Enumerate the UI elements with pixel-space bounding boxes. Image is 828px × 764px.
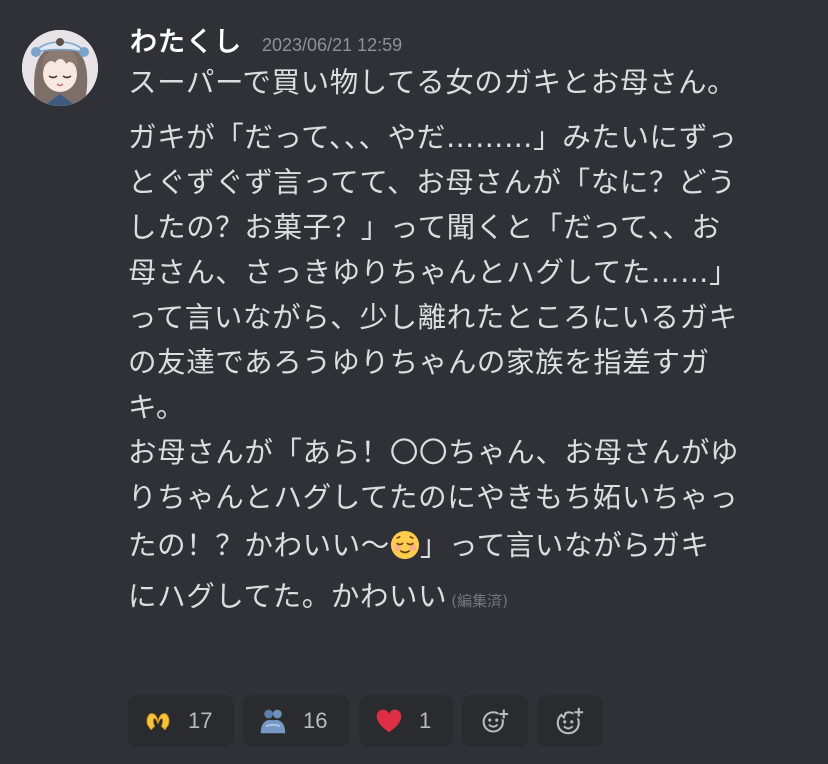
message-line: の友達であろうゆりちゃんの家族を指差すガ [128, 346, 710, 379]
reactions-bar: 17 16 1 [128, 695, 603, 747]
message-line-text: たの！？かわいい〜 [128, 529, 390, 562]
message-line: たの！？かわいい〜 」って言いながらガキ [128, 520, 820, 572]
add-reaction-button[interactable] [462, 695, 528, 747]
edited-label: (編集済) [451, 592, 508, 610]
avatar-anime-girl-icon [22, 30, 98, 106]
red-heart-icon [376, 709, 402, 733]
username[interactable]: わたくし [130, 20, 242, 59]
message-line: りちゃんとハグしてたのにやきもち妬いちゃっ [128, 481, 739, 514]
people-hugging-icon [260, 709, 286, 734]
message-content: スーパーで買い物してる女のガキとお母さん。 ガキが「だって、、、やだ………」みた… [128, 60, 820, 619]
message-line: にハグしてた。かわいい (編集済) [128, 574, 820, 619]
heart-hands-icon [146, 713, 170, 731]
message-line: とぐずぐず言ってて、お母さんが「なに？どう [128, 166, 737, 199]
reaction-count: 1 [419, 708, 432, 733]
reaction-count: 17 [188, 708, 213, 733]
add-super-reaction-button[interactable] [537, 695, 603, 747]
message-line-text: 」って言いながらガキ [419, 529, 710, 562]
message-line: ガキが「だって、、、やだ………」みたいにずっ [128, 121, 738, 154]
message-line-text: にハグしてた。かわいい [128, 580, 448, 613]
reaction-count: 16 [303, 708, 328, 733]
user-avatar[interactable] [22, 30, 98, 106]
message-line: お母さんが「あら！〇〇ちゃん、お母さんがゆ [128, 436, 740, 469]
message-line: スーパーで買い物してる女のガキとお母さん。 [128, 66, 737, 99]
reaction-red-heart[interactable]: 1 [359, 695, 453, 747]
add-reaction-icon [482, 708, 509, 733]
message-line: 母さん、さっきゆりちゃんとハグしてた……」 [128, 256, 739, 289]
message-header: わたくし 2023/06/21 12:59 [130, 20, 402, 60]
message-line: って言いながら、少し離れたところにいるガキ [128, 301, 738, 334]
reaction-people-hugging[interactable]: 16 [243, 695, 350, 747]
relieved-face-icon [390, 530, 419, 560]
chat-message: わたくし 2023/06/21 12:59 スーパーで買い物してる女のガキとお母… [0, 0, 828, 764]
reaction-heart-hands[interactable]: 17 [128, 695, 234, 747]
message-line: したの？お菓子？」って聞くと「だって、、お [128, 211, 721, 244]
message-line: キ。 [128, 391, 186, 424]
add-super-reaction-icon [556, 707, 584, 735]
timestamp[interactable]: 2023/06/21 12:59 [262, 35, 402, 56]
